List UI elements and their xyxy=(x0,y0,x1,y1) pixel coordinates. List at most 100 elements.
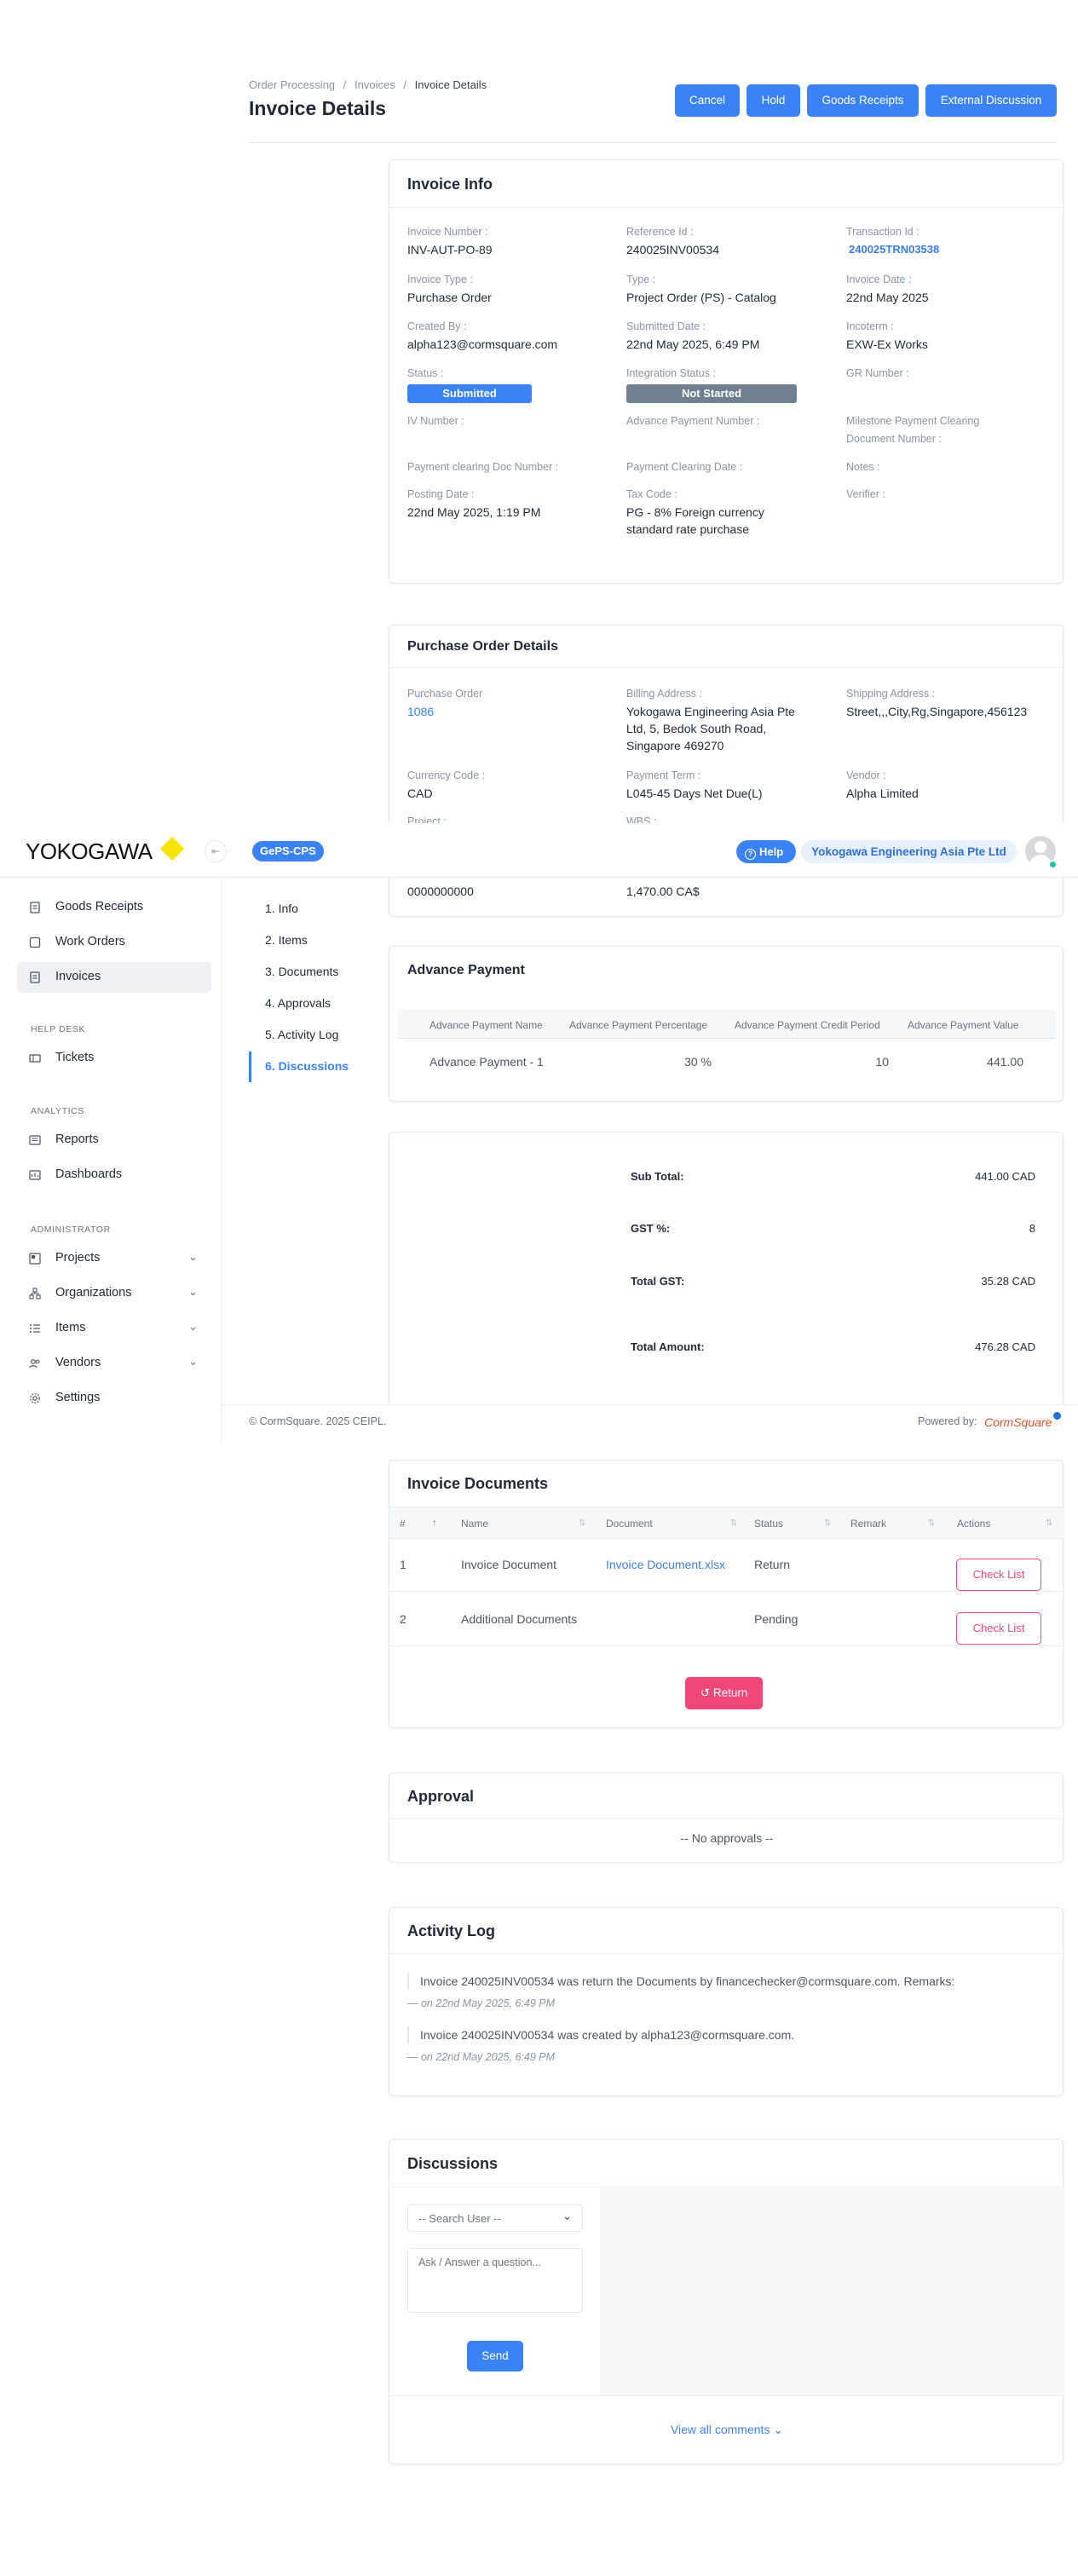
sidebar-item-label: Projects xyxy=(55,1251,101,1265)
document-icon xyxy=(30,902,40,913)
section-link-approvals[interactable]: 4. Approvals xyxy=(265,996,331,1010)
invoice-info-title: Invoice Info xyxy=(389,160,1063,208)
activity-text: Invoice 240025INV00534 was return the Do… xyxy=(420,1974,955,1988)
gst-percent-value: 8 xyxy=(1029,1222,1035,1235)
project-icon xyxy=(29,1253,41,1265)
section-link-documents[interactable]: 3. Documents xyxy=(265,965,338,978)
sidebar-item-dashboards[interactable]: Dashboards xyxy=(17,1160,211,1190)
hold-button[interactable]: Hold xyxy=(747,84,800,117)
sidebar-item-organizations[interactable]: Organizations ⌄ xyxy=(17,1278,211,1309)
transaction-id-link[interactable]: 240025TRN03538 xyxy=(849,241,939,258)
advance-payment-number-field: Advance Payment Number : xyxy=(626,414,759,429)
sidebar-item-label: Items xyxy=(55,1321,86,1334)
checklist-button[interactable]: Check List xyxy=(956,1559,1041,1591)
chevron-down-icon: ⌄ xyxy=(188,1250,198,1263)
sidebar-item-vendors[interactable]: Vendors ⌄ xyxy=(17,1348,211,1379)
checklist-button[interactable]: Check List xyxy=(956,1612,1041,1645)
sidebar-item-items[interactable]: Items ⌄ xyxy=(17,1313,211,1344)
status-badge: Submitted xyxy=(407,384,532,403)
sidebar-item-label: Organizations xyxy=(55,1286,132,1300)
total-gst-label: Total GST: xyxy=(631,1275,685,1288)
company-selector[interactable]: Yokogawa Engineering Asia Pte Ltd xyxy=(801,840,1017,863)
sidebar: Goods Receipts Work Orders Invoices HELP… xyxy=(0,878,222,1444)
sort-asc-icon[interactable]: ↑ xyxy=(432,1519,436,1528)
send-button[interactable]: Send xyxy=(467,2341,523,2371)
column-header: Status xyxy=(754,1518,784,1530)
field-label: Incoterm : xyxy=(846,320,894,332)
section-nav-active-bar xyxy=(249,1052,251,1082)
breadcrumb-invoices[interactable]: Invoices xyxy=(355,78,395,91)
advance-payment-title: Advance Payment xyxy=(407,963,525,977)
discussions-divider xyxy=(389,2395,1064,2396)
question-textarea[interactable] xyxy=(407,2248,583,2313)
cancel-button[interactable]: Cancel xyxy=(675,84,740,117)
section-link-items[interactable]: 2. Items xyxy=(265,933,308,947)
sort-icon[interactable]: ⇅ xyxy=(1046,1519,1052,1528)
logo-mark-icon xyxy=(1053,1412,1061,1420)
sidebar-item-label: Settings xyxy=(55,1391,101,1404)
sidebar-item-reports[interactable]: Reports xyxy=(17,1125,211,1155)
created-by-value: alpha123@cormsquare.com xyxy=(407,337,558,351)
users-icon xyxy=(29,1359,40,1369)
sort-icon[interactable]: ⇅ xyxy=(579,1519,585,1528)
invoice-info-card: Invoice Info Invoice Number : INV-AUT-PO… xyxy=(389,159,1064,584)
sidebar-item-tickets[interactable]: Tickets xyxy=(17,1043,211,1074)
search-user-select[interactable]: -- Search User -- ⌄ xyxy=(407,2204,583,2232)
help-button[interactable]: ? Help xyxy=(736,840,796,863)
purchase-order-link[interactable]: 1086 xyxy=(407,703,482,720)
document-file-link[interactable]: Invoice Document.xlsx xyxy=(606,1558,725,1571)
discussions-title: Discussions xyxy=(389,2140,1063,2187)
invoice-documents-card: Invoice Documents # ↑ Name ⇅ Document ⇅ … xyxy=(389,1460,1064,1728)
vendor-value: Alpha Limited xyxy=(846,787,919,800)
yokogawa-logo[interactable]: YOKOGAWA xyxy=(26,836,185,864)
gst-percent-label: GST %: xyxy=(631,1222,671,1235)
view-all-comments-link[interactable]: View all comments ⌄ xyxy=(389,2423,1064,2437)
square-icon xyxy=(29,936,41,948)
sort-icon[interactable]: ⇅ xyxy=(730,1519,737,1528)
field-label: Purchase Order xyxy=(407,688,483,700)
field-label: Shipping Address : xyxy=(846,688,936,700)
milestone-field: Milestone Payment Clearing Document Numb… xyxy=(846,414,979,447)
activity-date: — on 22nd May 2025, 6:49 PM xyxy=(407,2051,555,2063)
sidebar-item-projects[interactable]: Projects ⌄ xyxy=(17,1243,211,1274)
tax-code-value: PG - 8% Foreign currency xyxy=(626,505,764,519)
sort-icon[interactable]: ⇅ xyxy=(928,1519,935,1528)
posting-date-field: Posting Date : 22nd May 2025, 1:19 PM xyxy=(407,487,540,521)
sidebar-item-goods-receipts[interactable]: Goods Receipts xyxy=(17,892,211,923)
field-label: Created By : xyxy=(407,320,467,332)
field-label: Transaction Id : xyxy=(846,226,919,238)
external-discussion-button[interactable]: External Discussion xyxy=(925,84,1057,117)
chevron-down-icon: ⌄ xyxy=(188,1355,198,1368)
section-link-activity-log[interactable]: 5. Activity Log xyxy=(265,1028,338,1041)
organization-icon xyxy=(29,1288,41,1300)
search-user-placeholder: -- Search User -- xyxy=(418,2212,501,2225)
tax-code-value: standard rate purchase xyxy=(626,522,749,536)
column-header: Advance Payment Name xyxy=(429,1019,543,1031)
return-label: Return xyxy=(712,1686,748,1699)
cormsquare-logo[interactable]: CormSquare xyxy=(984,1415,1052,1429)
no-approvals-text: -- No approvals -- xyxy=(680,1831,774,1845)
discussions-card: Discussions -- Search User -- ⌄ Send Vie… xyxy=(389,2139,1064,2464)
view-all-label: View all comments xyxy=(670,2423,770,2436)
sidebar-item-settings[interactable]: Settings xyxy=(17,1383,211,1414)
sidebar-item-label: Goods Receipts xyxy=(55,900,144,913)
chevron-down-icon: ⌄ xyxy=(773,2423,784,2436)
sidebar-item-work-orders[interactable]: Work Orders xyxy=(17,927,211,958)
column-header: Remark xyxy=(850,1518,887,1530)
sidebar-collapse-icon[interactable]: ⇤ xyxy=(205,840,227,862)
section-link-info[interactable]: 1. Info xyxy=(265,902,298,915)
app-badge[interactable]: GePS-CPS xyxy=(252,841,324,862)
section-link-discussions[interactable]: 6. Discussions xyxy=(265,1059,349,1073)
incoterm-value: EXW-Ex Works xyxy=(846,337,928,351)
field-label: Invoice Date : xyxy=(846,274,912,285)
activity-log-title: Activity Log xyxy=(389,1908,1063,1954)
sidebar-item-invoices[interactable]: Invoices xyxy=(17,962,211,993)
return-button[interactable]: ↺ Return xyxy=(685,1677,763,1709)
breadcrumb-order-processing[interactable]: Order Processing xyxy=(249,78,335,91)
goods-receipts-button[interactable]: Goods Receipts xyxy=(807,84,919,117)
field-label: Notes : xyxy=(846,461,880,473)
page-title: Invoice Details xyxy=(249,97,387,119)
activity-date: — on 22nd May 2025, 6:49 PM xyxy=(407,1997,555,2009)
sort-icon[interactable]: ⇅ xyxy=(824,1519,831,1528)
invoice-date-field: Invoice Date : 22nd May 2025 xyxy=(846,273,929,306)
